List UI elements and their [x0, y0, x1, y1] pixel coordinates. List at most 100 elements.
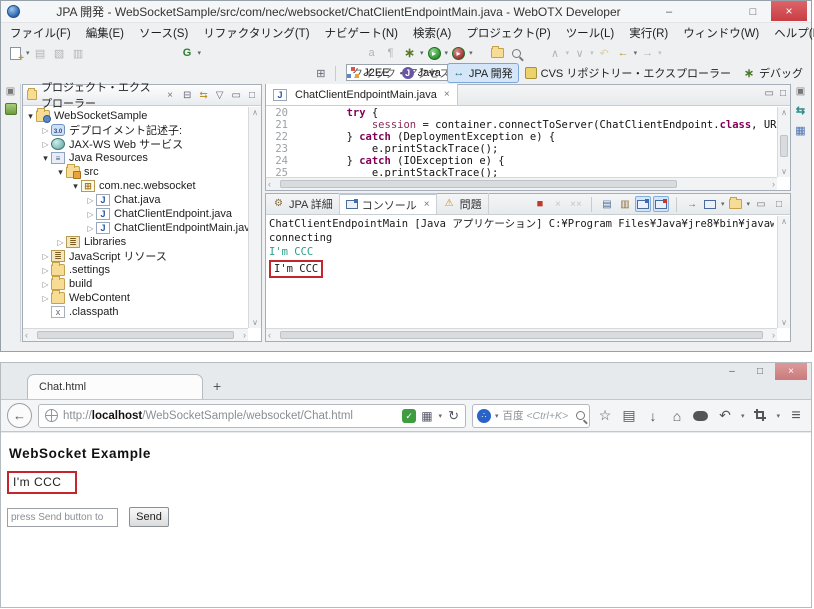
tree-item[interactable]: ChatClientEndpointMain.jav [23, 221, 248, 235]
undo-closed-tab-icon[interactable]: ↶ [716, 407, 734, 424]
terminate-button[interactable]: ■ [532, 196, 548, 212]
browser-tab-active[interactable]: Chat.html [27, 374, 203, 399]
ide-close-button[interactable]: × [771, 1, 807, 21]
menu-item[interactable]: ソース(S) [139, 25, 188, 41]
menu-item[interactable]: プロジェクト(P) [466, 25, 550, 41]
new-tab-button[interactable]: + [213, 378, 221, 394]
open-resource-button[interactable] [489, 45, 506, 62]
toggle-mark-occurrences-button[interactable]: a [363, 45, 380, 62]
perspective-debug[interactable]: ∗ デバッグ [737, 63, 809, 83]
scroll-left-icon[interactable]: ‹ [268, 330, 271, 340]
editor-maximize-icon[interactable]: □ [780, 88, 786, 99]
perspective-j2ee[interactable]: J2EE [341, 65, 395, 81]
tree-item[interactable]: Libraries [23, 235, 248, 249]
run-dropdown-icon[interactable]: ▾ [445, 49, 449, 57]
tab-problems[interactable]: ⚠ 問題 [437, 193, 489, 214]
pin-console-button[interactable]: → [684, 196, 700, 212]
new-wizard-dropdown-icon[interactable]: ▾ [26, 49, 30, 57]
external-tools-dropdown-icon[interactable]: ▾ [469, 49, 473, 57]
ide-minimize-button[interactable]: – [657, 3, 681, 21]
tree-item[interactable]: JavaScript リソース [23, 249, 248, 263]
menu-item[interactable]: 実行(R) [629, 25, 668, 41]
browser-maximize-button[interactable]: □ [747, 363, 773, 380]
editor-tab-close-icon[interactable]: × [444, 89, 450, 100]
previous-annotation-button[interactable]: ∧ [547, 45, 564, 62]
tree-expand-arrow[interactable] [40, 266, 51, 275]
tree-expand-arrow[interactable] [85, 210, 96, 219]
clear-console-button[interactable]: ▤ [599, 196, 615, 212]
next-annotation-dropdown-icon[interactable]: ▾ [590, 49, 594, 57]
tree-item[interactable]: Chat.java [23, 193, 248, 207]
search-button[interactable] [508, 45, 525, 62]
tree-item[interactable]: デプロイメント記述子: [23, 123, 248, 137]
security-shield-icon[interactable]: ✓ [402, 409, 416, 423]
ide-maximize-button[interactable]: □ [741, 3, 765, 21]
menu-item[interactable]: 検索(A) [413, 25, 451, 41]
crop-dropdown-icon[interactable]: ▾ [776, 412, 780, 420]
tree-item[interactable]: WebSocketSample [23, 109, 248, 123]
url-dropdown-icon[interactable]: ▾ [439, 412, 443, 420]
minimized-view-icon[interactable] [5, 103, 17, 115]
tree-expand-arrow[interactable] [25, 111, 36, 122]
menu-item[interactable]: ファイル(F) [10, 25, 71, 41]
tree-item[interactable]: .settings [23, 263, 248, 277]
menu-item[interactable]: ウィンドウ(W) [683, 25, 759, 41]
bookmark-star-icon[interactable]: ☆ [596, 407, 614, 424]
scroll-right-icon[interactable]: › [243, 330, 246, 340]
open-perspective-button[interactable]: ⊞ [312, 65, 329, 82]
tree-item[interactable]: .classpath [23, 305, 248, 319]
restore-pane-icon[interactable]: ▣ [796, 86, 805, 97]
tree-expand-arrow[interactable] [70, 181, 81, 192]
run-external-tools-button[interactable]: ▸ [450, 45, 467, 62]
explorer-vertical-scrollbar[interactable]: ∧ ∨ [248, 107, 261, 328]
debug-dropdown-icon[interactable]: ▾ [420, 49, 424, 57]
open-console-dropdown-icon[interactable]: ▾ [746, 200, 750, 208]
console-minimize-icon[interactable]: ▭ [753, 196, 769, 212]
scroll-up-icon[interactable]: ∧ [249, 108, 261, 117]
explorer-horizontal-scrollbar[interactable]: ‹ › [23, 328, 248, 341]
scroll-down-icon[interactable]: ∨ [249, 318, 261, 327]
save-all-button[interactable]: ▧ [51, 45, 68, 62]
scroll-left-icon[interactable]: ‹ [268, 179, 271, 189]
console-tab-close-icon[interactable]: × [424, 199, 430, 210]
qr-addon-icon[interactable]: ▦ [421, 409, 432, 423]
outline-view-icon[interactable]: ▦ [795, 124, 805, 137]
hamburger-menu-icon[interactable]: ≡ [787, 407, 805, 425]
code-editor[interactable]: 20 try { 21 session = container.connectT… [266, 107, 777, 177]
open-console-button[interactable] [727, 196, 743, 212]
reload-button[interactable]: ↻ [448, 408, 459, 424]
scroll-down-icon[interactable]: ∨ [778, 318, 790, 327]
menu-item[interactable]: 編集(E) [86, 25, 124, 41]
tree-item[interactable]: JAX-WS Web サービス [23, 137, 248, 151]
tree-expand-arrow[interactable] [85, 196, 96, 205]
minimize-view-icon[interactable]: ▭ [232, 90, 241, 101]
console-maximize-icon[interactable]: □ [771, 196, 787, 212]
forward-button[interactable]: → [639, 45, 656, 62]
undo-dropdown-icon[interactable]: ▾ [741, 412, 745, 420]
console-vertical-scrollbar[interactable]: ∧ ∨ [777, 216, 790, 328]
tree-expand-arrow[interactable] [40, 126, 51, 135]
run-button[interactable]: ▸ [426, 45, 443, 62]
console-horizontal-scrollbar[interactable]: ‹ › [266, 328, 777, 341]
tree-item[interactable]: WebContent [23, 291, 248, 305]
baidu-engine-icon[interactable]: ∴ [477, 409, 491, 423]
chat-bubble-icon[interactable] [692, 408, 710, 424]
scroll-right-icon[interactable]: › [772, 179, 775, 189]
tree-expand-arrow[interactable] [40, 140, 51, 149]
last-edit-location-button[interactable]: ↶ [596, 45, 613, 62]
new-wizard-button[interactable] [7, 45, 24, 62]
send-button[interactable]: Send [129, 507, 169, 527]
tab-jpa-details[interactable]: ⚙ JPA 詳細 [266, 193, 340, 214]
tree-item[interactable]: ChatClientEndpoint.java [23, 207, 248, 221]
explorer-close-icon[interactable]: × [167, 90, 173, 101]
show-whitespace-button[interactable]: ¶ [382, 45, 399, 62]
engine-dropdown-icon[interactable]: ▾ [495, 412, 499, 420]
downloads-icon[interactable]: ↓ [644, 408, 662, 424]
tree-expand-arrow[interactable] [55, 167, 66, 178]
screenshot-crop-icon[interactable] [751, 408, 769, 424]
show-console-on-stderr-toggle[interactable] [653, 196, 669, 212]
tree-expand-arrow[interactable] [55, 238, 66, 247]
tree-expand-arrow[interactable] [40, 294, 51, 303]
tree-item[interactable]: src [23, 165, 248, 179]
url-bar[interactable]: http://localhost/WebSocketSample/websock… [38, 404, 466, 428]
